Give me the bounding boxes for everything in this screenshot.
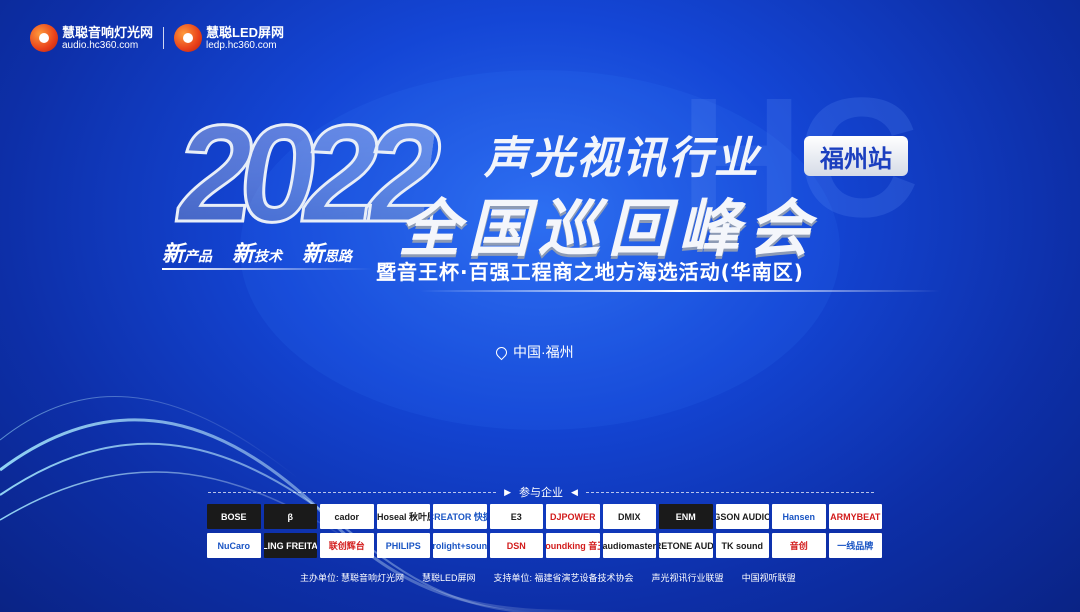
footer-host-2: 慧聪LED屏网 bbox=[422, 573, 476, 583]
hc360-logo-icon bbox=[174, 24, 203, 52]
event-banner: 慧聪音响灯光网 audio.hc360.com 慧聪LED屏网 ledp.hc3… bbox=[0, 0, 1080, 612]
organizers-footer: 主办单位: 慧聪音响灯光网 慧聪LED屏网 支持单位: 福建省演艺设备技术协会 … bbox=[300, 571, 796, 584]
location: 中国·福州 bbox=[493, 342, 574, 362]
participants-label: 参与企业 bbox=[519, 487, 563, 499]
logo-audio-name: 慧聪音响灯光网 bbox=[62, 24, 154, 40]
tag-new-technique: 新技术 bbox=[232, 242, 283, 267]
arrow-right-icon: ▶ bbox=[504, 486, 511, 497]
hc360-logo-icon bbox=[30, 24, 58, 52]
sponsor-logo[interactable]: CRETONE AUDIO bbox=[659, 533, 713, 558]
logo-audio[interactable]: 慧聪音响灯光网 audio.hc360.com bbox=[30, 24, 153, 52]
sponsor-logo[interactable]: NuCaro bbox=[207, 533, 261, 558]
tagline-group: 新产品 新技术 新思路 bbox=[162, 236, 352, 268]
footer-support-3: 中国视听联盟 bbox=[741, 573, 796, 583]
sponsor-logo[interactable]: prolight+sound bbox=[433, 533, 487, 558]
sponsor-logo[interactable]: PHILIPS bbox=[376, 533, 430, 558]
sponsor-logo[interactable]: TK sound bbox=[715, 533, 769, 558]
event-subtitle: 暨音王杯·百强工程商之地方海选活动(华南区) bbox=[376, 260, 804, 284]
location-pin-icon bbox=[493, 344, 510, 360]
location-text: 中国·福州 bbox=[513, 344, 574, 360]
header-logos: 慧聪音响灯光网 audio.hc360.com 慧聪LED屏网 ledp.hc3… bbox=[30, 24, 284, 52]
logo-separator bbox=[163, 27, 165, 49]
sponsor-logo[interactable]: DJPOWER bbox=[546, 504, 600, 529]
sponsor-logo[interactable]: 音创 bbox=[772, 533, 826, 558]
divider-right bbox=[585, 491, 874, 493]
logo-led-url: ledp.hc360.com bbox=[206, 39, 277, 51]
sponsor-logo[interactable]: KLING FREITAG bbox=[263, 533, 317, 558]
footer-support: 支持单位: 福建省演艺设备技术协会 bbox=[493, 573, 634, 583]
sponsor-logo[interactable]: 一线品牌 bbox=[828, 533, 882, 558]
sponsor-logo[interactable]: DSN bbox=[489, 533, 543, 558]
sponsor-logo[interactable]: GSON AUDIO bbox=[715, 504, 769, 529]
sponsor-logo[interactable]: ENM bbox=[659, 504, 713, 529]
glow-line bbox=[420, 290, 940, 292]
sponsor-logo[interactable]: CREATOR 快捷 bbox=[433, 504, 487, 529]
sponsor-logo[interactable]: CHoseal 秋叶原 bbox=[376, 504, 430, 529]
sponsor-logo[interactable]: audiomaster bbox=[602, 533, 656, 558]
station-badge: 福州站 bbox=[804, 136, 908, 176]
arrow-left-icon: ◀ bbox=[571, 486, 578, 497]
sponsor-logo[interactable]: DMIX bbox=[602, 504, 656, 529]
title-line-1: 声光视讯行业 bbox=[484, 133, 760, 184]
sponsor-logo[interactable]: β bbox=[263, 504, 317, 529]
logo-led-name: 慧聪LED屏网 bbox=[206, 24, 285, 40]
sponsor-logo[interactable]: Soundking 音王 bbox=[546, 533, 600, 558]
tag-new-ideas: 新思路 bbox=[302, 242, 353, 267]
sponsor-logo[interactable]: BOSE bbox=[207, 504, 261, 529]
sponsor-logo[interactable]: ARMYBEAT bbox=[828, 504, 882, 529]
tagline-underline bbox=[162, 268, 372, 270]
sponsor-grid: BOSE β cador CHoseal 秋叶原 CREATOR 快捷 E3 D… bbox=[207, 504, 882, 558]
participants-header: ▶ 参与企业 ◀ bbox=[208, 484, 874, 500]
footer-host: 主办单位: 慧聪音响灯光网 bbox=[300, 573, 405, 583]
sponsor-logo[interactable]: cador bbox=[320, 504, 374, 529]
footer-support-2: 声光视讯行业联盟 bbox=[651, 573, 724, 583]
tag-new-product: 新产品 bbox=[162, 242, 213, 267]
title-line-2: 全国巡回峰会 bbox=[398, 192, 819, 265]
logo-audio-url: audio.hc360.com bbox=[62, 39, 139, 51]
divider-left bbox=[208, 491, 497, 493]
sponsor-logo[interactable]: Hansen bbox=[772, 504, 826, 529]
sponsor-logo[interactable]: E3 bbox=[489, 504, 543, 529]
logo-led[interactable]: 慧聪LED屏网 ledp.hc360.com bbox=[174, 24, 284, 52]
sponsor-logo[interactable]: 联创辉台 bbox=[320, 533, 374, 558]
